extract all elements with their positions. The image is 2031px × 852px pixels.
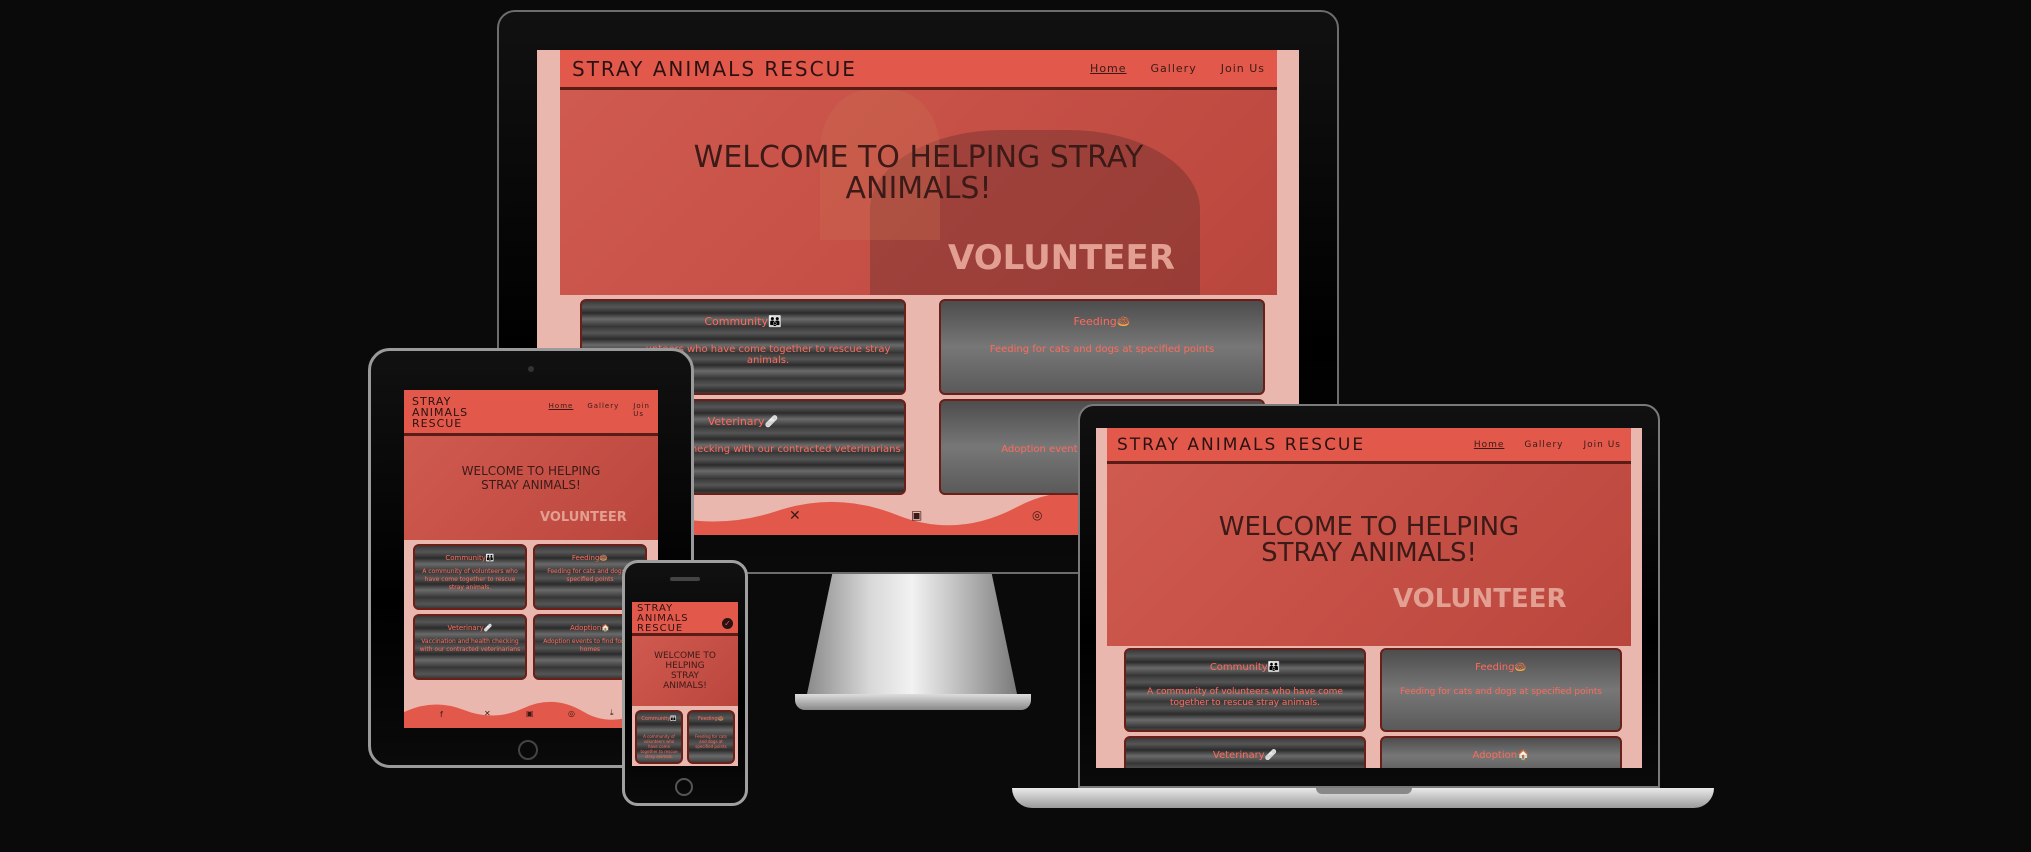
hero-title-line-1: WELCOME TO HELPING bbox=[461, 464, 601, 478]
youtube-icon[interactable]: ▣ bbox=[911, 508, 922, 522]
site-header: STRAY ANIMALS RESCUE Home Gallery Join U… bbox=[560, 50, 1277, 90]
hero-title-line-2: STRAY ANIMALS! bbox=[1261, 538, 1477, 568]
hero-banner: VOLUNTEER WELCOME TO HELPING STRAY ANIMA… bbox=[404, 436, 658, 540]
download-icon[interactable]: ⤓ bbox=[610, 708, 614, 718]
site-header: STRAY ANIMALS RESCUE Home Gallery Join U… bbox=[1107, 428, 1631, 464]
site-nav: Home Gallery Join Us bbox=[1090, 62, 1265, 75]
nav-gallery[interactable]: Gallery bbox=[1151, 62, 1197, 75]
hero-shirt-text: VOLUNTEER bbox=[540, 510, 627, 525]
hero-title-line-1: WELCOME TO bbox=[654, 651, 716, 661]
nav-gallery[interactable]: Gallery bbox=[1524, 440, 1563, 450]
card-feeding[interactable]: Feeding🍩 Feeding for cats and dogs at sp… bbox=[1380, 648, 1622, 732]
card-description: Vaccination and health checking with our… bbox=[419, 638, 521, 653]
card-description: A community of volunteers who have come … bbox=[1147, 687, 1343, 708]
card-title: Community👪 bbox=[445, 554, 495, 562]
facebook-icon[interactable]: f bbox=[440, 710, 443, 719]
card-community[interactable]: Community👪 A community of volunteers who… bbox=[413, 544, 527, 610]
nav-home[interactable]: Home bbox=[549, 402, 574, 418]
site-brand[interactable]: STRAY ANIMALS RESCUE bbox=[1117, 435, 1365, 455]
card-title: Community👪 bbox=[1209, 662, 1281, 673]
hero-title-line-2: ANIMALS! bbox=[845, 170, 992, 206]
phone-screen: STRAY ANIMALS RESCUE ✓ WELCOME TO HELPIN… bbox=[632, 602, 738, 766]
phone-earpiece bbox=[670, 577, 700, 581]
card-description: A community of volunteers who have come … bbox=[422, 568, 518, 591]
card-title: Feeding🍩 bbox=[698, 716, 724, 722]
hero-shirt-text: VOLUNTEER bbox=[948, 238, 1175, 278]
brand-line-3: RESCUE bbox=[637, 623, 684, 634]
hero-title: WELCOME TO HELPING STRAY ANIMALS! bbox=[1219, 514, 1519, 566]
hero-title: WELCOME TO HELPING STRAY ANIMALS! bbox=[694, 142, 1144, 204]
site-brand[interactable]: STRAY ANIMALS RESCUE bbox=[412, 396, 468, 429]
card-description: Feeding for cats and dogs at specified p… bbox=[694, 734, 728, 749]
card-description: Feeding for cats and dogs at specified p… bbox=[1399, 687, 1603, 697]
card-description: A community of volunteers who have come … bbox=[640, 734, 678, 759]
card-community[interactable]: Community👪 A community of volunteers who… bbox=[1124, 648, 1366, 732]
x-icon[interactable]: ✕ bbox=[789, 508, 801, 524]
card-title: Veterinary🩹 bbox=[447, 624, 493, 632]
card-adoption[interactable]: Adoption🏠 bbox=[1380, 736, 1622, 768]
card-title: Feeding🍩 bbox=[1475, 662, 1527, 673]
hero-title-line-3: STRAY bbox=[670, 671, 700, 681]
site-nav: Home Gallery Join Us bbox=[549, 402, 650, 418]
hero-title-line-4: ANIMALS! bbox=[663, 681, 707, 691]
hero-banner: VOLUNTEER WELCOME TO HELPING STRAY ANIMA… bbox=[560, 90, 1277, 295]
site-header: STRAY ANIMALS RESCUE Home Gallery Join Us bbox=[404, 390, 658, 436]
monitor-stand-base bbox=[795, 694, 1031, 710]
nav-gallery[interactable]: Gallery bbox=[587, 402, 619, 418]
hero-title: WELCOME TO HELPING STRAY ANIMALS! bbox=[462, 464, 601, 492]
card-title: Veterinary🩹 bbox=[1212, 750, 1278, 761]
brand-line-3: RESCUE bbox=[412, 417, 463, 430]
hero-banner: WELCOME TO HELPING STRAY ANIMALS! bbox=[632, 636, 738, 706]
site-nav: Home Gallery Join Us bbox=[1474, 440, 1621, 450]
menu-toggle-icon[interactable]: ✓ bbox=[722, 618, 733, 629]
tablet-home-button[interactable] bbox=[518, 740, 538, 760]
hero-title: WELCOME TO HELPING STRAY ANIMALS! bbox=[654, 651, 716, 691]
card-title: Community👪 bbox=[704, 315, 782, 328]
nav-home[interactable]: Home bbox=[1474, 440, 1505, 450]
hero-title-line-1: WELCOME TO HELPING STRAY bbox=[693, 139, 1144, 175]
instagram-icon[interactable]: ◎ bbox=[568, 709, 575, 718]
tablet-screen: STRAY ANIMALS RESCUE Home Gallery Join Us… bbox=[404, 390, 658, 728]
card-title: Adoption🏠 bbox=[1472, 750, 1530, 761]
phone-device: STRAY ANIMALS RESCUE ✓ WELCOME TO HELPIN… bbox=[622, 560, 748, 806]
card-title: Community👪 bbox=[641, 716, 677, 722]
site-brand[interactable]: STRAY ANIMALS RESCUE bbox=[572, 57, 857, 81]
hero-shirt-text: VOLUNTEER bbox=[1393, 584, 1567, 614]
card-veterinary[interactable]: Veterinary🩹 bbox=[1124, 736, 1366, 768]
site-header: STRAY ANIMALS RESCUE ✓ bbox=[632, 602, 738, 636]
hero-banner: VOLUNTEER WELCOME TO HELPING STRAY ANIMA… bbox=[1107, 464, 1631, 646]
laptop-screen: STRAY ANIMALS RESCUE Home Gallery Join U… bbox=[1096, 428, 1642, 768]
nav-join-us[interactable]: Join Us bbox=[1583, 440, 1621, 450]
hero-title-line-2: STRAY ANIMALS! bbox=[481, 478, 581, 492]
youtube-icon[interactable]: ▣ bbox=[526, 709, 534, 718]
nav-home[interactable]: Home bbox=[1090, 62, 1126, 75]
nav-join-us[interactable]: Join Us bbox=[1221, 62, 1265, 75]
phone-home-button[interactable] bbox=[675, 778, 693, 796]
card-description: checking with our contracted veterinaria… bbox=[685, 444, 901, 455]
nav-join-us[interactable]: Join Us bbox=[633, 402, 650, 418]
card-feeding[interactable]: Feeding🍩 Feeding for cats and dogs at sp… bbox=[939, 299, 1265, 395]
laptop-device: STRAY ANIMALS RESCUE Home Gallery Join U… bbox=[1012, 404, 1714, 812]
monitor-stand bbox=[807, 574, 1017, 694]
card-feeding[interactable]: Feeding🍩 Feeding for cats and dogs at sp… bbox=[687, 710, 735, 764]
card-title: Feeding🍩 bbox=[1073, 315, 1131, 328]
tablet-camera bbox=[528, 366, 534, 372]
card-description: Feeding for cats and dogs at specified p… bbox=[989, 344, 1215, 355]
site-brand[interactable]: STRAY ANIMALS RESCUE bbox=[637, 604, 689, 634]
laptop-notch bbox=[1316, 788, 1412, 794]
hero-title-line-2: HELPING bbox=[665, 661, 705, 671]
card-veterinary[interactable]: Veterinary🩹 Vaccination and health check… bbox=[413, 614, 527, 680]
card-community[interactable]: Community👪 A community of volunteers who… bbox=[635, 710, 683, 764]
x-icon[interactable]: ✕ bbox=[484, 709, 491, 718]
